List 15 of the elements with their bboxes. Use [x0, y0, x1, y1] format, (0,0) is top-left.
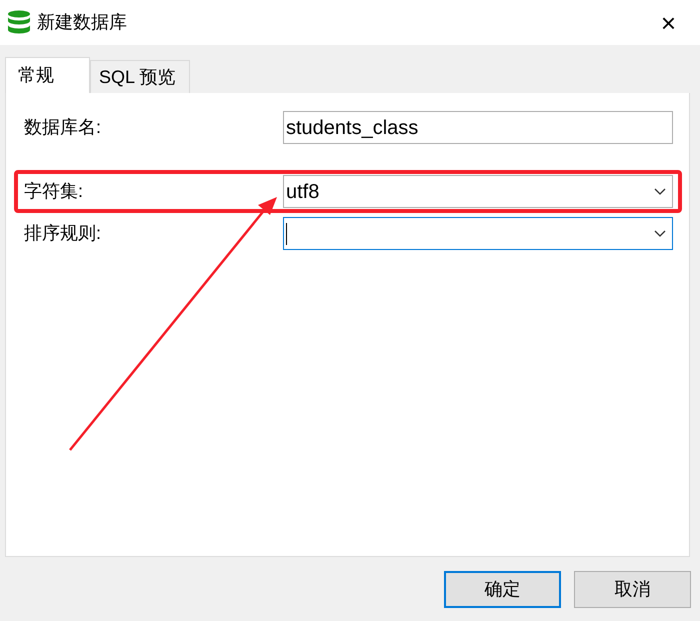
field-label: 排序规则: — [23, 222, 102, 245]
dialog-button[interactable]: 确定 — [444, 571, 561, 608]
dropdown-field[interactable]: utf8 — [283, 175, 673, 208]
close-button[interactable]: × — [654, 10, 682, 36]
tab[interactable]: 常规 — [5, 57, 90, 93]
field-label: 数据库名: — [23, 116, 102, 139]
tab[interactable]: SQL 预览 — [90, 60, 190, 93]
chevron-icon — [654, 230, 666, 237]
database-icon — [7, 10, 31, 36]
window-title: 新建数据库 — [37, 11, 127, 34]
field-label: 字符集: — [23, 180, 84, 203]
text-field[interactable]: students_class — [283, 111, 673, 144]
dialog-button[interactable]: 取消 — [574, 571, 691, 608]
chevron-icon — [654, 188, 666, 195]
dropdown-field[interactable] — [283, 217, 673, 250]
